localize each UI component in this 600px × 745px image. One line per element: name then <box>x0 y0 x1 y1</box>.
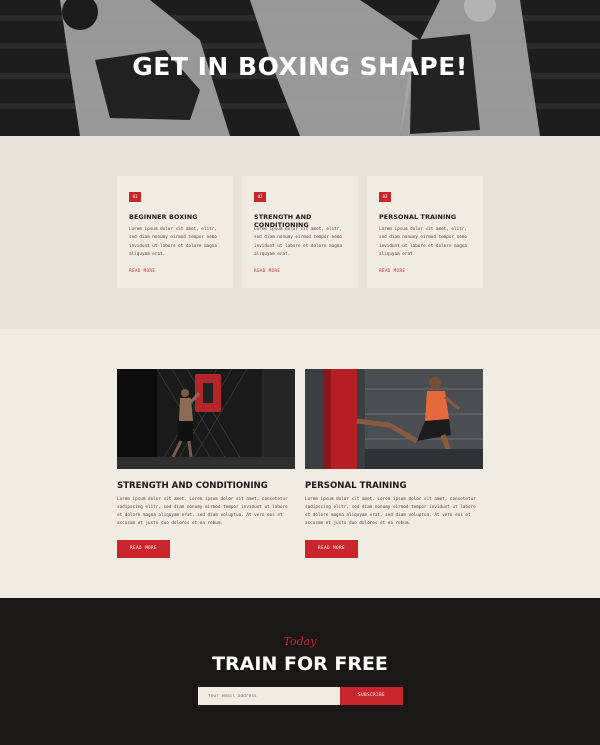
hero-title: GET IN BOXING SHAPE! <box>132 52 468 81</box>
program-number: 01 <box>129 192 141 202</box>
feature-description: Lorem ipsum dolor sit amet. Lorem ipsum … <box>305 497 476 526</box>
read-more-link[interactable]: READ MORE <box>379 268 405 273</box>
program-card: 02 STRENGTH AND CONDITIONING Lorem ipsum… <box>242 176 358 288</box>
program-title: PERSONAL TRAINING <box>379 213 457 221</box>
boxer-punching-bag-photo <box>117 369 295 469</box>
program-number: 03 <box>379 192 391 202</box>
program-title: BEGINNER BOXING <box>129 213 198 221</box>
read-more-button[interactable]: READ MORE <box>305 540 358 558</box>
programs-section: 01 BEGINNER BOXING Lorem ipsum dolor sit… <box>0 136 600 329</box>
feature-strength: STRENGTH AND CONDITIONING Lorem ipsum do… <box>117 369 295 558</box>
signup-section: Today TRAIN FOR FREE SUBSCRIBE <box>0 598 600 745</box>
read-more-link[interactable]: READ MORE <box>254 268 280 273</box>
feature-photo <box>117 369 295 469</box>
woman-kicking-bag-photo <box>305 369 483 469</box>
program-number: 02 <box>254 192 266 202</box>
cta-title: TRAIN FOR FREE <box>212 653 388 675</box>
feature-description: Lorem ipsum dolor sit amet. Lorem ipsum … <box>117 497 288 526</box>
cta-script-heading: Today <box>283 635 317 648</box>
program-card: 01 BEGINNER BOXING Lorem ipsum dolor sit… <box>117 176 233 288</box>
hero-banner: GET IN BOXING SHAPE! <box>0 0 600 136</box>
feature-photo <box>305 369 483 469</box>
email-input[interactable] <box>198 687 340 705</box>
read-more-button[interactable]: READ MORE <box>117 540 170 558</box>
feature-title: PERSONAL TRAINING <box>305 481 407 491</box>
feature-personal-training: PERSONAL TRAINING Lorem ipsum dolor sit … <box>305 369 483 558</box>
features-section: STRENGTH AND CONDITIONING Lorem ipsum do… <box>0 329 600 598</box>
program-description: Lorem ipsum dolor sit amet, elitr, sed d… <box>379 227 467 257</box>
read-more-link[interactable]: READ MORE <box>129 268 155 273</box>
feature-title: STRENGTH AND CONDITIONING <box>117 481 268 491</box>
program-description: Lorem ipsum dolor sit amet, elitr, sed d… <box>129 227 217 257</box>
subscribe-button[interactable]: SUBSCRIBE <box>340 687 403 705</box>
program-card: 03 PERSONAL TRAINING Lorem ipsum dolor s… <box>367 176 483 288</box>
program-description: Lorem ipsum dolor sit amet, elitr, sed d… <box>254 227 342 257</box>
